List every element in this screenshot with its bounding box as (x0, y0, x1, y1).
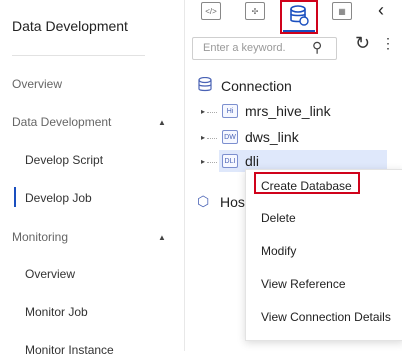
tree-item-dws-link[interactable]: dws_link (245, 129, 299, 145)
menu-view-connection-details[interactable]: View Connection Details (261, 310, 391, 324)
expand-arrow-icon[interactable]: ▸ (201, 133, 205, 142)
tree-connector (207, 112, 217, 113)
job-icon[interactable]: ✣ (245, 2, 265, 20)
nav-develop-job[interactable]: Develop Job (25, 191, 92, 205)
tree-connector (207, 138, 217, 139)
nav-data-development[interactable]: Data Development (12, 115, 111, 129)
tree-item-mrs-hive-link[interactable]: mrs_hive_link (245, 103, 331, 119)
script-icon[interactable]: </> (201, 2, 221, 20)
connection-icon (198, 77, 212, 92)
more-icon[interactable]: ⋮ (381, 35, 395, 52)
nav-monitor-job[interactable]: Monitor Job (25, 305, 88, 319)
dws-icon: DW (222, 130, 238, 144)
refresh-icon[interactable]: ↻ (355, 33, 370, 54)
nav-monitor-instance[interactable]: Monitor Instance (25, 343, 114, 357)
tree-item-host[interactable]: Hos (220, 194, 245, 210)
caret-up-icon[interactable]: ▲ (158, 118, 166, 127)
active-indicator (14, 187, 16, 207)
context-menu: Create Database Delete Modify View Refer… (245, 169, 402, 341)
search-icon[interactable]: ⚲ (312, 39, 322, 56)
menu-delete[interactable]: Delete (261, 211, 296, 225)
create-database-highlight (254, 172, 360, 194)
nav-monitoring[interactable]: Monitoring (12, 230, 68, 244)
caret-up-icon[interactable]: ▲ (158, 233, 166, 242)
app-title: Data Development (12, 18, 128, 34)
expand-arrow-icon[interactable]: ▸ (201, 107, 205, 116)
database-tab-highlight[interactable] (280, 0, 318, 34)
back-chevron-icon[interactable]: ‹ (378, 0, 384, 21)
search-placeholder: Enter a keyword. (203, 42, 286, 54)
host-icon: ⬡ (197, 193, 210, 209)
tree-connector (207, 162, 217, 163)
tree-root-label[interactable]: Connection (221, 78, 292, 94)
expand-arrow-icon[interactable]: ▸ (201, 157, 205, 166)
dli-icon: DLI (222, 154, 238, 168)
hive-icon: Hi (222, 104, 238, 118)
active-tab-underline (283, 30, 315, 32)
tree-item-dli[interactable]: dli (245, 153, 259, 169)
table-icon[interactable]: ▦ (332, 2, 352, 20)
divider (12, 55, 145, 56)
nav-monitoring-overview[interactable]: Overview (25, 267, 75, 281)
nav-overview[interactable]: Overview (12, 77, 62, 91)
menu-modify[interactable]: Modify (261, 244, 296, 258)
nav-develop-script[interactable]: Develop Script (25, 153, 103, 167)
database-icon (290, 5, 309, 26)
left-sidebar: Data Development Overview Data Developme… (0, 0, 185, 357)
menu-view-reference[interactable]: View Reference (261, 277, 346, 291)
